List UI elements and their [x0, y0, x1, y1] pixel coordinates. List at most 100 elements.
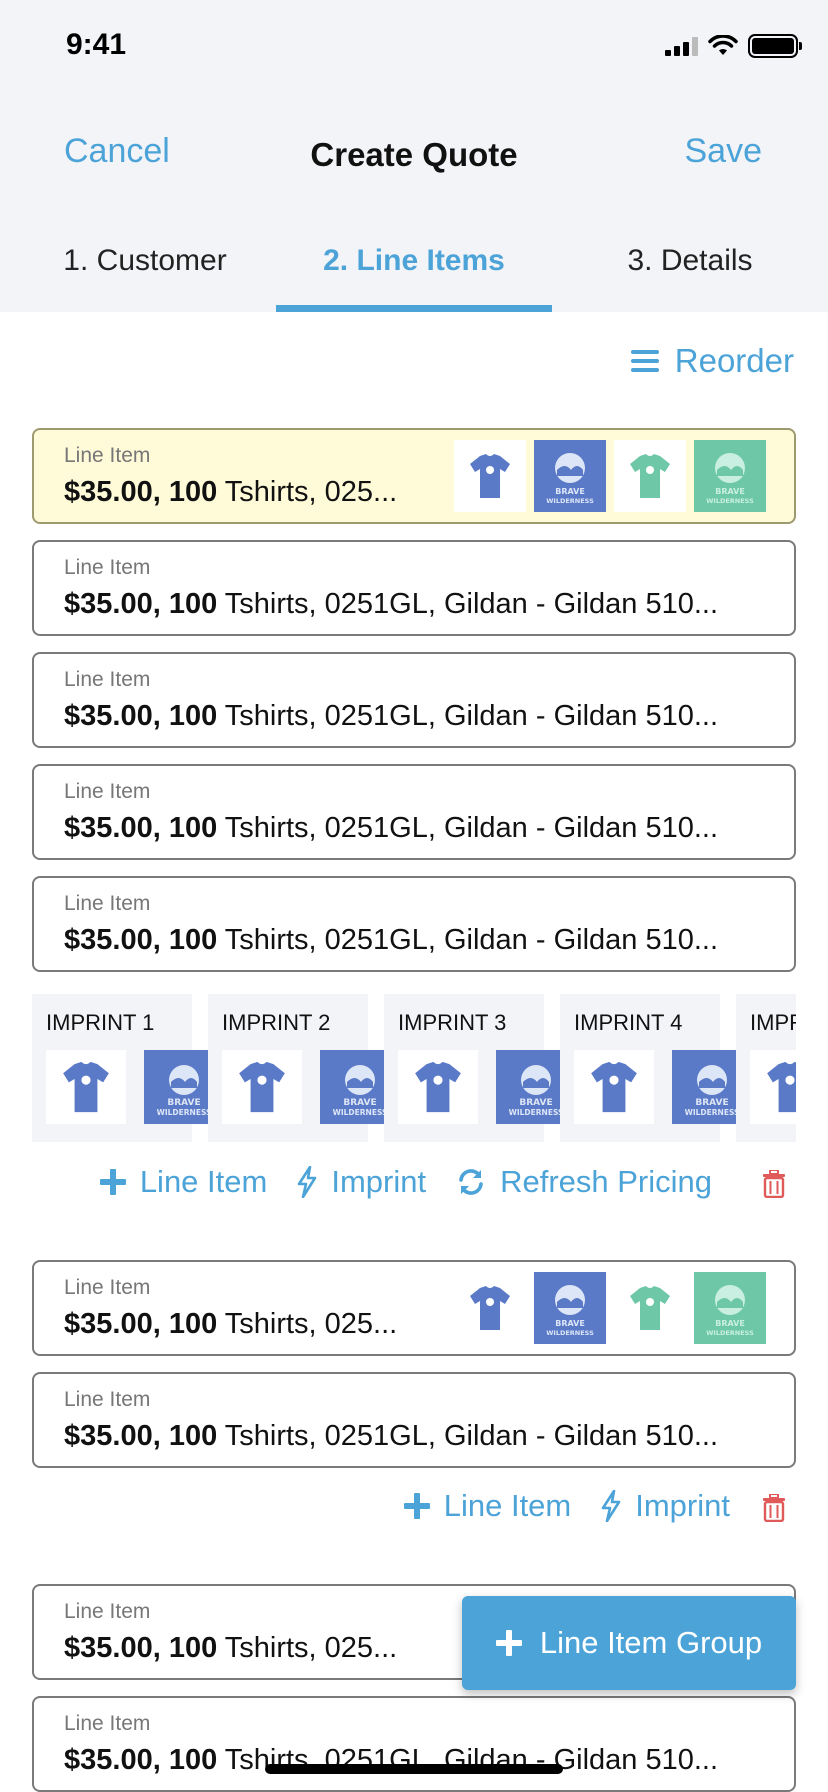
tshirt-thumbnail: [222, 1050, 302, 1124]
line-item-card[interactable]: Line Item $35.00, 100 Tshirts, 025... BR…: [32, 428, 796, 524]
imprint-title: IMPRINT 3: [398, 1010, 507, 1035]
line-item-summary: $35.00, 100 Tshirts, 0251GL, Gildan - Gi…: [64, 924, 718, 957]
art-text-brave: BRAVE: [715, 1319, 745, 1328]
delete-group-icon[interactable]: [762, 1494, 786, 1522]
line-item-card[interactable]: Line Item $35.00, 100 Tshirts, 025... BR…: [32, 1260, 796, 1356]
add-line-item-button[interactable]: Line Item: [403, 1488, 572, 1524]
tab-customer[interactable]: 1. Customer: [40, 244, 250, 278]
imprint-card[interactable]: IMPRINT 1 BRAVE WILDERNESS: [32, 994, 216, 1142]
line-item-price-qty: $35.00, 100: [64, 1308, 218, 1340]
line-item-description: Tshirts, 025...: [224, 476, 398, 508]
imprint-title: IMPRINT 2: [222, 1010, 331, 1035]
bolt-icon: [298, 1166, 317, 1198]
line-item-label: Line Item: [64, 780, 151, 803]
add-imprint-label: Imprint: [331, 1164, 427, 1199]
art-text-brave: BRAVE: [555, 487, 585, 496]
line-item-label: Line Item: [64, 556, 151, 579]
tshirt-teal-thumbnail: [614, 1272, 686, 1344]
art-text-wilderness: WILDERNESS: [706, 1329, 754, 1337]
home-indicator: [265, 1764, 563, 1774]
line-item-summary: $35.00, 100 Tshirts, 025...: [64, 1308, 397, 1341]
add-line-item-group-label: Line Item Group: [539, 1625, 763, 1660]
art-text-brave: BRAVE: [167, 1098, 200, 1108]
brave-wilderness-art-thumbnail: BRAVE WILDERNESS: [534, 1272, 606, 1344]
add-line-item-label: Line Item: [139, 1164, 268, 1199]
imprint-art-thumbnail: BRAVE WILDERNESS: [144, 1050, 216, 1124]
art-text-wilderness: WILDERNESS: [546, 1329, 594, 1337]
line-item-thumbnails: BRAVE WILDERNESS BRAVE WILDERNESS: [454, 1272, 766, 1344]
line-item-price-qty: $35.00, 100: [64, 812, 218, 844]
line-item-card[interactable]: Line Item $35.00, 100 Tshirts, 0251GL, G…: [32, 540, 796, 636]
imprint-card[interactable]: IMPRINT 2 BRAVE WILDERNESS: [208, 994, 392, 1142]
line-item-label: Line Item: [64, 892, 151, 915]
teal-art-thumbnail: BRAVE WILDERNESS: [694, 1272, 766, 1344]
line-item-card[interactable]: Line Item $35.00, 100 Tshirts, 0251GL, G…: [32, 876, 796, 972]
tshirt-thumbnail: [46, 1050, 126, 1124]
imprint-card[interactable]: IMPRINT 5: [736, 994, 796, 1142]
tab-line-items[interactable]: 2. Line Items: [276, 244, 552, 278]
line-item-card[interactable]: Line Item $35.00, 100 Tshirts, 0251GL, G…: [32, 764, 796, 860]
add-imprint-button[interactable]: Imprint: [297, 1164, 426, 1200]
line-item-label: Line Item: [64, 1712, 151, 1735]
line-item-price-qty: $35.00, 100: [64, 1420, 218, 1452]
tab-details[interactable]: 3. Details: [580, 244, 800, 278]
line-item-price-qty: $35.00, 100: [64, 700, 218, 732]
line-item-card[interactable]: Line Item $35.00, 100 Tshirts, 0251GL, G…: [32, 1372, 796, 1468]
tshirt-thumbnail: [398, 1050, 478, 1124]
line-item-description: Tshirts, 025...: [224, 1632, 398, 1664]
tshirt-teal-thumbnail: [614, 440, 686, 512]
add-line-item-label: Line Item: [443, 1488, 572, 1523]
art-text-wilderness: WILDERNESS: [333, 1108, 388, 1117]
tshirt-blue-thumbnail: [454, 440, 526, 512]
line-item-label: Line Item: [64, 668, 151, 691]
art-text-wilderness: WILDERNESS: [157, 1108, 212, 1117]
reorder-label: Reorder: [674, 342, 794, 379]
app-header: 9:41 Cancel Create Quote Save 1. Custome…: [0, 0, 828, 312]
brave-wilderness-art-thumbnail: BRAVE WILDERNESS: [534, 440, 606, 512]
imprint-card[interactable]: IMPRINT 4 BRAVE WILDERNESS: [560, 994, 744, 1142]
line-item-description: Tshirts, 0251GL, Gildan - Gildan 510...: [224, 812, 719, 844]
reorder-button[interactable]: Reorder: [630, 342, 794, 380]
add-line-item-group-button[interactable]: Line Item Group: [462, 1596, 796, 1690]
add-imprint-button[interactable]: Imprint: [601, 1488, 730, 1524]
bolt-icon: [601, 1490, 621, 1522]
line-item-thumbnails: BRAVE WILDERNESS BRAVE WILDERNESS: [454, 440, 766, 512]
imprints-carousel[interactable]: IMPRINT 1 BRAVE WILDERNESS IMPRINT 2 BRAV…: [32, 994, 796, 1142]
art-text-wilderness: WILDERNESS: [706, 497, 754, 505]
art-text-brave: BRAVE: [519, 1098, 552, 1108]
tshirt-thumbnail: [750, 1050, 796, 1124]
battery-icon: [748, 34, 802, 58]
line-item-description: Tshirts, 0251GL, Gildan - Gildan 510...: [224, 924, 719, 956]
teal-art-thumbnail: BRAVE WILDERNESS: [694, 440, 766, 512]
cellular-signal-icon: [665, 36, 698, 56]
imprint-title: IMPRINT 5: [750, 1010, 796, 1035]
save-button[interactable]: Save: [685, 132, 763, 171]
line-item-card[interactable]: Line Item $35.00, 100 Tshirts, 0251GL, G…: [32, 1696, 796, 1792]
line-item-summary: $35.00, 100 Tshirts, 0251GL, Gildan - Gi…: [64, 812, 718, 845]
art-text-brave: BRAVE: [555, 1319, 585, 1328]
line-item-summary: $35.00, 100 Tshirts, 0251GL, Gildan - Gi…: [64, 588, 718, 621]
line-item-description: Tshirts, 0251GL, Gildan - Gildan 510...: [224, 700, 719, 732]
line-item-price-qty: $35.00, 100: [64, 588, 218, 620]
line-item-description: Tshirts, 025...: [224, 1308, 398, 1340]
art-text-wilderness: WILDERNESS: [546, 497, 594, 505]
refresh-icon: [459, 1169, 483, 1195]
plus-icon: [495, 1630, 522, 1656]
tshirt-thumbnail: [574, 1050, 654, 1124]
line-item-label: Line Item: [64, 444, 151, 467]
line-item-price-qty: $35.00, 100: [64, 476, 218, 508]
imprint-card[interactable]: IMPRINT 3 BRAVE WILDERNESS: [384, 994, 568, 1142]
hamburger-icon: [630, 350, 659, 372]
line-item-summary: $35.00, 100 Tshirts, 025...: [64, 476, 397, 509]
line-item-summary: $35.00, 100 Tshirts, 025...: [64, 1632, 397, 1665]
plus-icon: [403, 1493, 430, 1519]
refresh-pricing-button[interactable]: Refresh Pricing: [456, 1164, 712, 1200]
group-actions: Line Item Imprint Refresh Pricing: [99, 1164, 712, 1200]
delete-group-icon[interactable]: [762, 1170, 786, 1198]
plus-icon: [99, 1169, 126, 1195]
status-time: 9:41: [66, 28, 127, 61]
group-actions: Line Item Imprint: [403, 1488, 730, 1524]
line-item-card[interactable]: Line Item $35.00, 100 Tshirts, 0251GL, G…: [32, 652, 796, 748]
add-line-item-button[interactable]: Line Item: [99, 1164, 268, 1200]
line-item-price-qty: $35.00, 100: [64, 1632, 218, 1664]
